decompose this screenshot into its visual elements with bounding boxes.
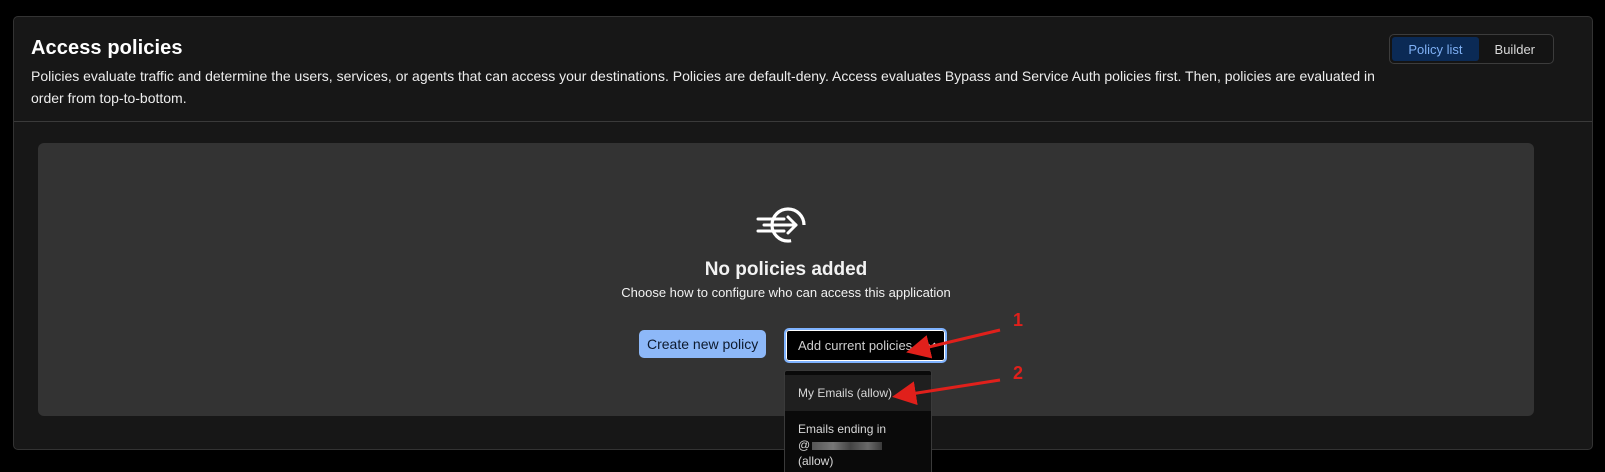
option-label: My Emails (allow): [798, 386, 893, 400]
policies-dropdown-menu: My Emails (allow) Emails ending in @ (al…: [784, 370, 932, 472]
select-value: Add current policies: [798, 338, 913, 353]
annotation-number-2: 2: [1013, 363, 1024, 383]
dropdown-option-my-emails[interactable]: My Emails (allow): [785, 375, 931, 411]
dropdown-option-emails-ending[interactable]: Emails ending in @ (allow): [785, 411, 931, 469]
empty-state-subtitle: Choose how to configure who can access t…: [621, 285, 951, 300]
view-toggle: Policy list Builder: [1389, 34, 1554, 64]
page-description: Policies evaluate traffic and determine …: [31, 68, 1375, 106]
arrow-into-circle-icon: [756, 207, 806, 243]
chevron-down-icon: [926, 342, 936, 349]
empty-state-title: No policies added: [704, 259, 868, 280]
add-current-policies-select[interactable]: Add current policies: [784, 328, 947, 363]
create-new-policy-button[interactable]: Create new policy: [639, 330, 767, 358]
page-title: Access policies: [31, 37, 183, 59]
option-label-line2: @: [798, 438, 811, 452]
builder-tab[interactable]: Builder: [1479, 37, 1551, 61]
policy-list-tab[interactable]: Policy list: [1392, 37, 1479, 61]
card-header: Access policies Policies evaluate traffi…: [14, 17, 1592, 122]
option-label-line3: (allow): [798, 454, 834, 468]
redacted-domain: [812, 441, 883, 450]
option-label-line1: Emails ending in: [798, 422, 887, 436]
annotation-number-1: 1: [1013, 310, 1024, 330]
